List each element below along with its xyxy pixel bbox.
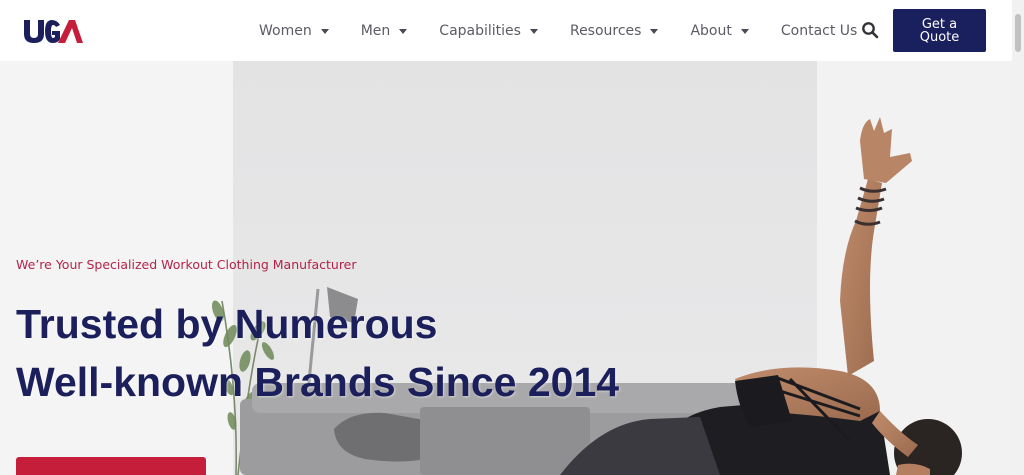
hero-subtitle: We’re Your Specialized Workout Clothing … [16, 257, 357, 272]
search-icon[interactable] [861, 21, 879, 39]
nav-resources-label: Resources [569, 22, 642, 39]
nav-capabilities-label: Capabilities [439, 22, 521, 39]
hero-section: We’re Your Specialized Workout Clothing … [0, 61, 1012, 475]
nav-men[interactable]: Men [361, 23, 408, 39]
chevron-down-icon [320, 28, 329, 34]
hero-headline-line-2: Well-known Brands Since 2014 [16, 359, 620, 405]
chevron-down-icon [399, 28, 408, 34]
nav-capabilities[interactable]: Capabilities [439, 23, 538, 39]
site-header: Women Men Capabilities Resources About C… [0, 0, 1012, 61]
nav-contact-us[interactable]: Contact Us [781, 23, 857, 39]
nav-about[interactable]: About [690, 22, 749, 39]
nav-women-label: Women [259, 22, 312, 39]
scrollbar-thumb[interactable] [1015, 14, 1021, 52]
chevron-down-icon [650, 28, 659, 34]
nav-contact-us-label: Contact Us [780, 22, 858, 39]
page-scrollbar[interactable] [1012, 0, 1024, 475]
uga-logo[interactable] [22, 17, 84, 45]
chevron-down-icon [529, 28, 538, 34]
nav-resources[interactable]: Resources [570, 23, 659, 39]
hero-cta-button[interactable] [16, 457, 206, 475]
nav-men-label: Men [360, 22, 391, 39]
get-a-quote-button[interactable]: Get a Quote [893, 9, 986, 52]
hero-headline-line-1: Trusted by Numerous [16, 301, 438, 347]
get-a-quote-label: Get a Quote [919, 16, 960, 45]
nav-about-label: About [690, 22, 732, 39]
nav-women[interactable]: Women [259, 23, 329, 39]
chevron-down-icon [740, 28, 749, 34]
hero-headline: Trusted by Numerous Well-known Brands Si… [16, 295, 619, 411]
main-nav: Women Men Capabilities Resources About C… [259, 0, 857, 61]
